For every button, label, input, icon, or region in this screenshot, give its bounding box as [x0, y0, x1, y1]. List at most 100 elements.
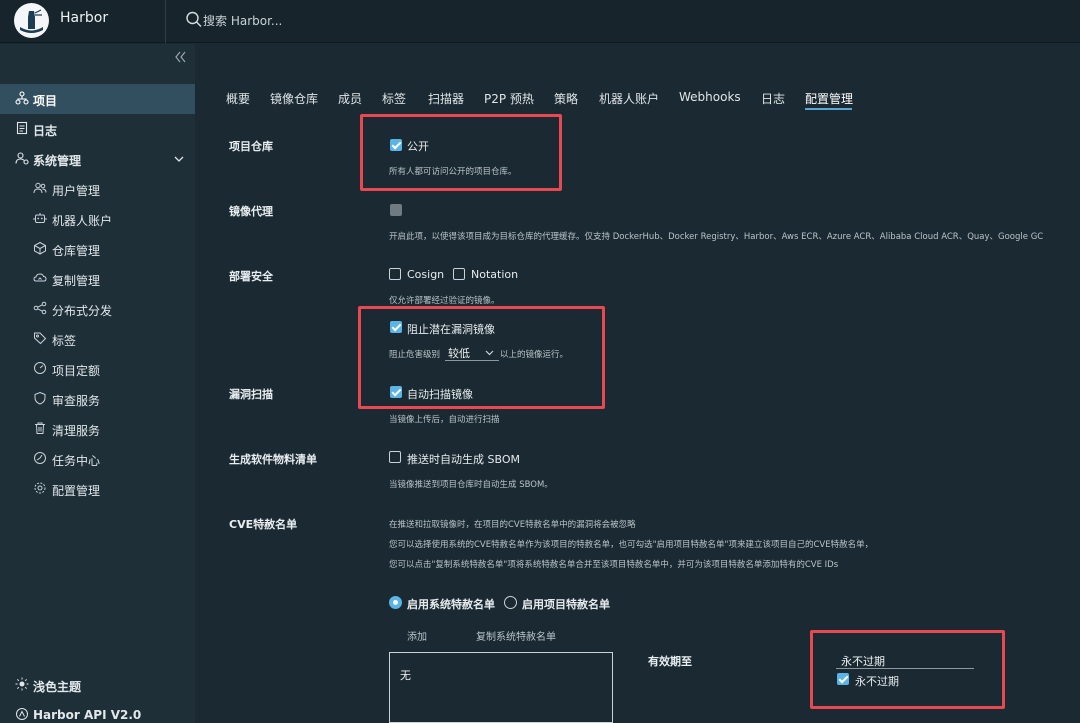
notation-label: Notation — [471, 268, 519, 281]
sidebar-item-robot-accounts[interactable]: 机器人账户 — [0, 204, 195, 234]
proxy-cache-label: 镜像代理 — [229, 205, 273, 218]
logs-icon — [16, 121, 28, 135]
sidebar-item-job-service[interactable]: 任务中心 — [0, 444, 195, 474]
highlight-box-public — [360, 114, 562, 191]
admin-icon — [15, 152, 29, 165]
registry-icon — [34, 241, 46, 255]
sidebar-item-label: 任务中心 — [52, 454, 101, 468]
sidebar-item-labels[interactable]: 标签 — [0, 324, 195, 354]
users-icon — [33, 182, 47, 194]
project-allowlist-radio[interactable] — [504, 596, 517, 609]
tab-logs[interactable]: 日志 — [761, 90, 785, 107]
cve-allowlist-label: CVE特赦名单 — [229, 518, 298, 531]
search-input[interactable]: 搜索 Harbor... — [203, 12, 282, 29]
main-content: 概要 镜像仓库 成员 标签 扫描器 P2P 预热 策略 机器人账户 Webhoo… — [195, 44, 1080, 723]
tab-repositories[interactable]: 镜像仓库 — [270, 90, 318, 107]
tab-policy[interactable]: 策略 — [554, 90, 578, 107]
sidebar-item-users[interactable]: 用户管理 — [0, 174, 195, 204]
sidebar-item-interrogation[interactable]: 审查服务 — [0, 384, 195, 414]
api-label: Harbor API V2.0 — [33, 708, 142, 722]
deployment-security-label: 部署安全 — [229, 270, 273, 283]
highlight-box-security — [358, 306, 605, 409]
system-allowlist-radio[interactable] — [389, 596, 402, 609]
sidebar-item-distributions[interactable]: 分布式分发 — [0, 294, 195, 324]
add-cve-button[interactable]: 添加 — [407, 628, 427, 643]
sidebar-item-label: 机器人账户 — [52, 214, 113, 228]
chevron-down-icon[interactable] — [173, 153, 185, 165]
sidebar-item-configuration[interactable]: 配置管理 — [0, 474, 195, 504]
robot-icon — [33, 213, 47, 223]
header-divider — [165, 0, 166, 43]
tab-members[interactable]: 成员 — [338, 90, 362, 107]
tab-scanner[interactable]: 扫描器 — [428, 90, 464, 107]
shield-icon — [34, 391, 46, 405]
sidebar-item-label: 用户管理 — [52, 184, 101, 198]
harbor-logo-icon[interactable] — [14, 3, 49, 38]
sidebar: 项目 日志 系统管理 用户管理 机器人账户 仓库管理 复制管理 分布式分发 标签… — [0, 44, 195, 723]
sidebar-item-label: 标签 — [52, 334, 77, 348]
sbom-label: 生成软件物料清单 — [229, 453, 317, 466]
sidebar-item-label: 系统管理 — [33, 154, 82, 168]
sidebar-item-label: 清理服务 — [52, 424, 101, 438]
cve-help-text-1: 在推送和拉取镜像时，在项目的CVE特赦名单中的漏洞将会被忽略 — [389, 520, 636, 530]
sidebar-item-label: 审查服务 — [52, 394, 101, 408]
highlight-box-expiry — [810, 630, 1005, 709]
sidebar-item-admin[interactable]: 系统管理 — [0, 144, 195, 174]
top-header: Harbor 搜索 Harbor... — [0, 0, 1080, 43]
sidebar-item-label: 日志 — [33, 124, 58, 138]
system-allowlist-label: 启用系统特赦名单 — [407, 598, 495, 611]
cve-list-value: 无 — [400, 669, 411, 682]
copy-system-allowlist-button[interactable]: 复制系统特赦名单 — [476, 628, 556, 643]
sun-icon — [15, 677, 29, 691]
sidebar-item-label: 仓库管理 — [52, 244, 101, 258]
tab-summary[interactable]: 概要 — [226, 90, 250, 107]
replication-icon — [33, 273, 47, 282]
sidebar-item-quotas[interactable]: 项目定额 — [0, 354, 195, 384]
tab-webhooks[interactable]: Webhooks — [679, 90, 741, 104]
theme-label: 浅色主题 — [33, 680, 82, 694]
tab-configuration[interactable]: 配置管理 — [805, 90, 853, 107]
expiry-label: 有效期至 — [648, 655, 692, 668]
sidebar-item-replications[interactable]: 复制管理 — [0, 264, 195, 294]
cve-help-text-2: 您可以选择使用系统的CVE特赦名单作为该项目的特赦名单，也可勾选"启用项目特赦名… — [389, 540, 874, 550]
distribution-icon — [33, 301, 47, 315]
brand-name: Harbor — [60, 10, 109, 26]
sidebar-item-label: 项目 — [33, 94, 58, 108]
sidebar-item-clean-up[interactable]: 清理服务 — [0, 414, 195, 444]
sidebar-item-label: 项目定额 — [52, 364, 101, 378]
trash-icon — [35, 422, 45, 434]
tab-labels[interactable]: 标签 — [382, 90, 406, 107]
notation-checkbox[interactable] — [453, 268, 465, 280]
public-field-label: 项目仓库 — [229, 140, 273, 153]
quota-icon — [34, 362, 46, 374]
api-icon — [16, 708, 28, 720]
sidebar-item-label: 复制管理 — [52, 274, 101, 288]
sidebar-item-label: 分布式分发 — [52, 304, 113, 318]
search-icon[interactable] — [185, 10, 203, 28]
cve-list-box[interactable]: 无 — [389, 652, 613, 723]
api-explorer-link[interactable]: Harbor API V2.0 — [0, 700, 195, 723]
cosign-checkbox[interactable] — [389, 268, 401, 280]
deployment-security-help-text: 仅允许部署经过验证的镜像。 — [389, 296, 500, 306]
auto-scan-help-text: 当镜像上传后，自动进行扫描 — [389, 415, 500, 425]
proxy-cache-checkbox[interactable] — [390, 204, 402, 216]
proxy-cache-help-text: 开启此项，以使得该项目成为目标仓库的代理缓存。仅支持 DockerHub、Doc… — [389, 232, 1044, 242]
projects-icon — [15, 91, 29, 105]
cosign-label: Cosign — [407, 268, 445, 281]
auto-sbom-label: 推送时自动生成 SBOM — [407, 453, 520, 466]
theme-toggle[interactable]: 浅色主题 — [0, 670, 195, 700]
active-tab-indicator — [805, 108, 852, 110]
dashboard-icon — [34, 452, 46, 464]
project-allowlist-label: 启用项目特赦名单 — [522, 598, 610, 611]
auto-sbom-help-text: 当镜像推送到项目仓库时自动生成 SBOM。 — [389, 480, 553, 490]
sidebar-item-logs[interactable]: 日志 — [0, 114, 195, 144]
auto-sbom-checkbox[interactable] — [389, 451, 401, 463]
collapse-sidebar-icon[interactable] — [172, 49, 188, 65]
sidebar-item-projects[interactable]: 项目 — [0, 84, 195, 114]
sidebar-item-registries[interactable]: 仓库管理 — [0, 234, 195, 264]
tab-robot-accounts[interactable]: 机器人账户 — [599, 90, 659, 107]
vulnerability-scan-label: 漏洞扫描 — [229, 388, 273, 401]
tab-p2p-preheat[interactable]: P2P 预热 — [484, 90, 534, 107]
project-tabs: 概要 镜像仓库 成员 标签 扫描器 P2P 预热 策略 机器人账户 Webhoo… — [195, 44, 1080, 114]
gear-icon — [34, 482, 46, 494]
